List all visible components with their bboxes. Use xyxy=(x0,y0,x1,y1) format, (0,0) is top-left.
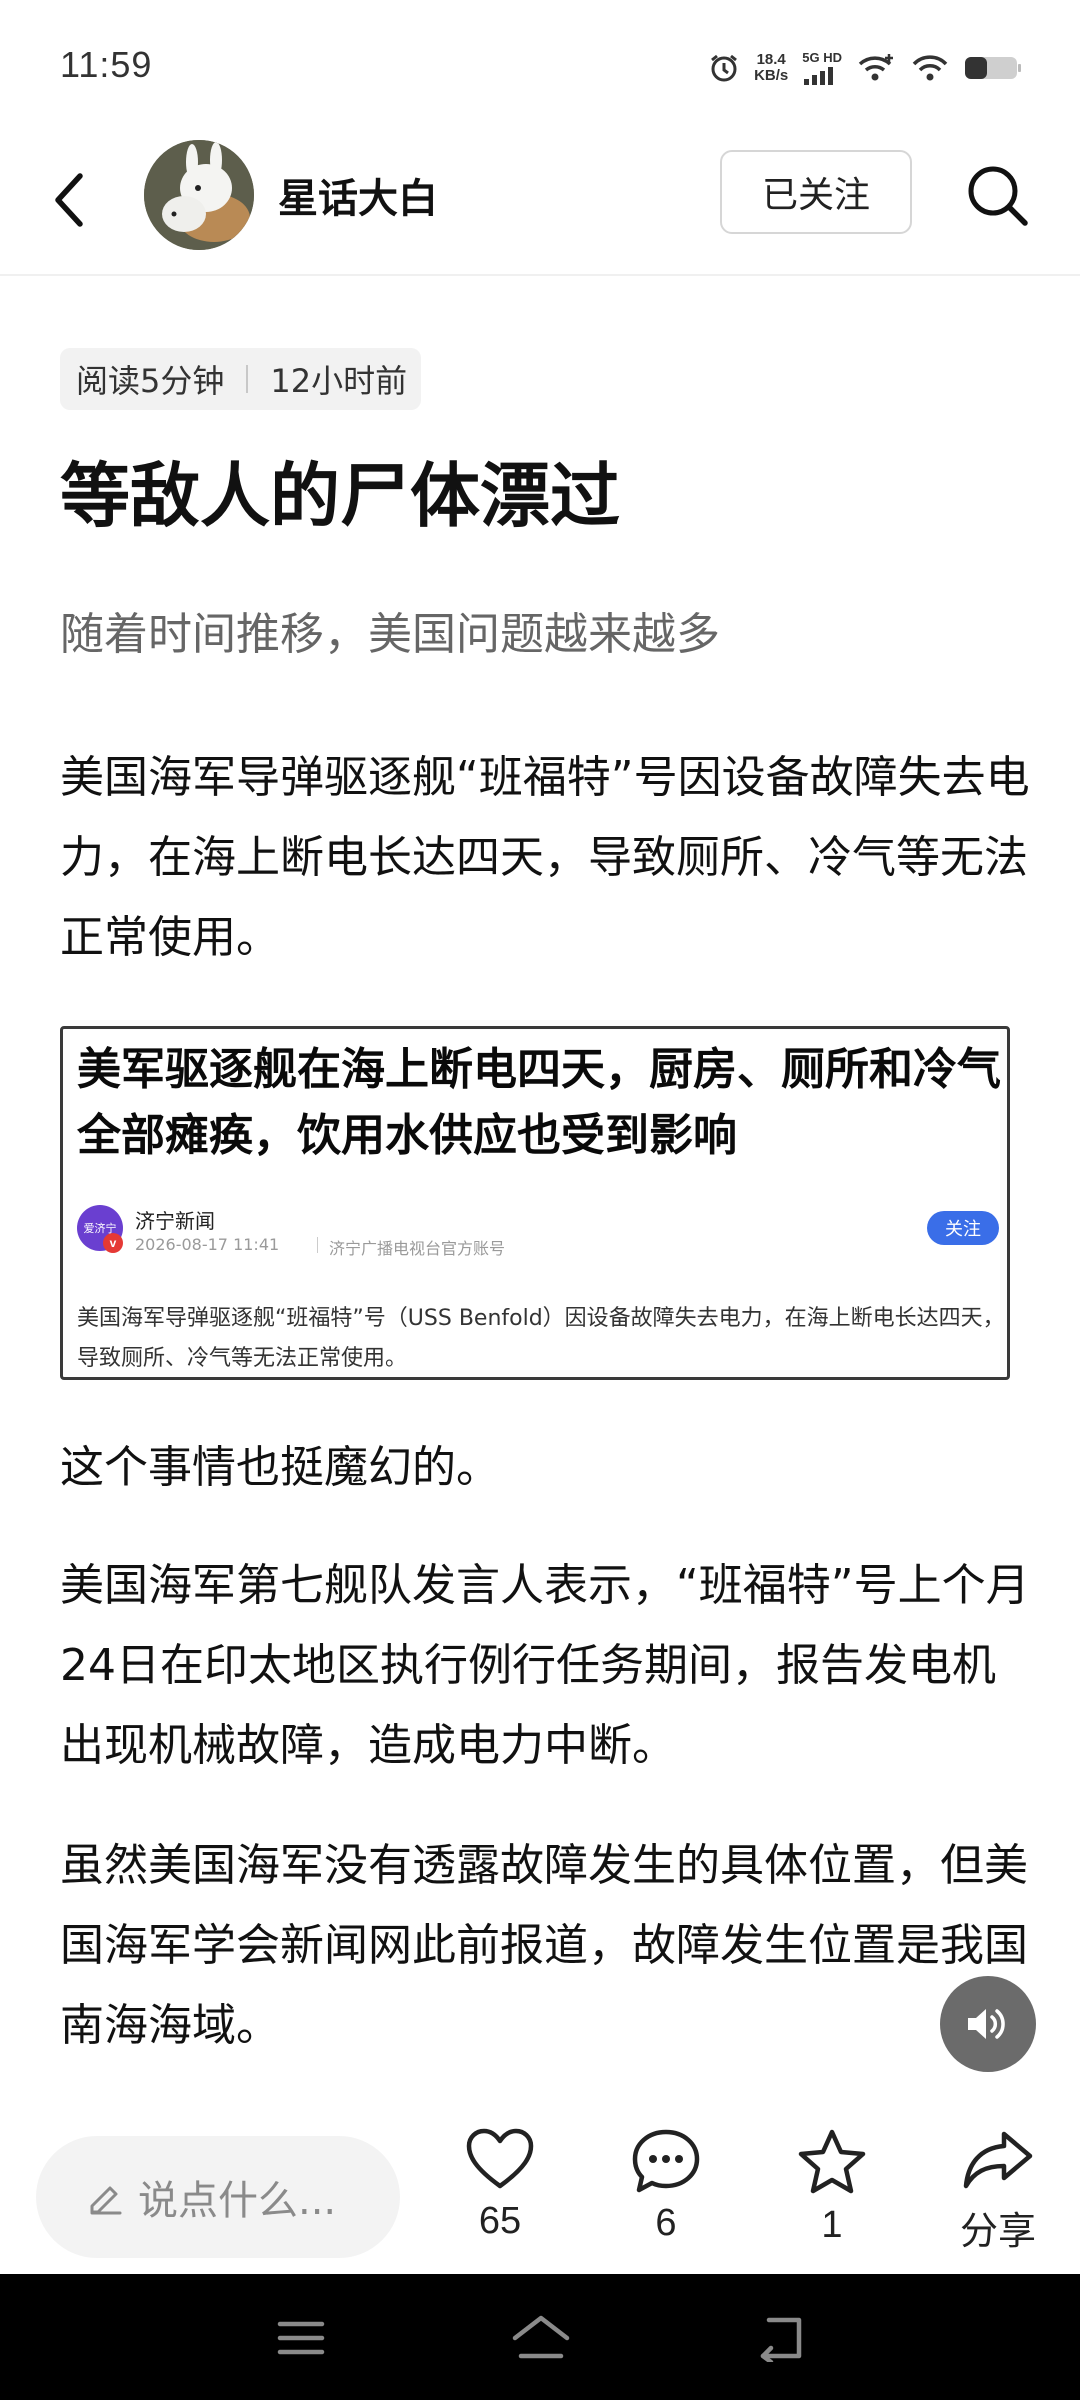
comment-placeholder: 说点什么... xyxy=(138,2178,337,2224)
embed-source-name: 济宁新闻 xyxy=(135,1209,215,1233)
search-icon xyxy=(968,166,1028,226)
embed-headline: 美军驱逐舰在海上断电四天，厨房、厕所和冷气全部瘫痪，饮用水供应也受到影响 xyxy=(77,1044,1001,1161)
system-navigation-bar xyxy=(0,2274,1080,2400)
pencil-icon xyxy=(90,2186,122,2215)
net-speed: 18.4 KB/s xyxy=(754,51,789,84)
author-header: 星话大白 已关注 xyxy=(0,130,1080,276)
meta-divider xyxy=(246,365,249,393)
article-title: 等敌人的尸体漂过 xyxy=(60,455,620,537)
comments-button[interactable]: 6 xyxy=(606,2128,726,2245)
embed-follow-button: 关注 xyxy=(927,1211,999,1245)
action-bar: 说点什么... 65 6 1 分享 xyxy=(0,2100,1080,2274)
menu-icon xyxy=(277,2321,325,2355)
embedded-news-card[interactable]: 美军驱逐舰在海上断电四天，厨房、厕所和冷气全部瘫痪，饮用水供应也受到影响 爱济宁… xyxy=(60,1026,1010,1380)
home-icon xyxy=(512,2315,570,2359)
search-button[interactable] xyxy=(962,156,1032,234)
heart-icon xyxy=(466,2128,534,2189)
like-count: 65 xyxy=(478,2200,522,2242)
back-button[interactable] xyxy=(40,160,100,240)
comment-count: 6 xyxy=(655,2202,677,2244)
share-button[interactable]: 分享 xyxy=(938,2128,1058,2255)
embed-date: 2026-08-17 11:41 xyxy=(135,1235,280,1254)
read-aloud-button[interactable] xyxy=(940,1976,1036,2072)
share-label: 分享 xyxy=(959,2209,1036,2253)
article-paragraph: 这个事情也挺魔幻的。 xyxy=(60,1442,500,1493)
favorite-button[interactable]: 1 xyxy=(772,2128,892,2247)
return-icon xyxy=(760,2317,802,2362)
embed-org: 济宁广播电视台官方账号 xyxy=(329,1239,506,1258)
status-icons: 18.4 KB/s 5G HD xyxy=(708,48,1022,88)
back-nav-button[interactable] xyxy=(746,2310,816,2366)
menu-nav-button[interactable] xyxy=(266,2310,336,2366)
status-time: 11:59 xyxy=(60,44,153,85)
article-paragraph: 美国海军第七舰队发言人表示，“班福特”号上个月24日在印太地区执行例行任务期间，… xyxy=(60,1560,1030,1771)
publish-time: 12小时前 xyxy=(270,362,408,400)
comment-input[interactable]: 说点什么... xyxy=(36,2136,400,2258)
article-meta: 阅读5分钟 12小时前 xyxy=(60,348,422,410)
article-subtitle: 随着时间推移，美国问题越来越多 xyxy=(60,609,720,660)
favorite-count: 1 xyxy=(821,2204,843,2246)
embed-body: 美国海军导弹驱逐舰“班福特”号（USS Benfold）因设备故障失去电力，在海… xyxy=(77,1306,1005,1371)
share-arrow-icon xyxy=(963,2131,1033,2189)
status-bar: 11:59 18.4 KB/s 5G HD xyxy=(0,0,1080,130)
author-name[interactable]: 星话大白 xyxy=(278,166,438,224)
embed-divider xyxy=(317,1237,318,1253)
verified-badge-icon: v xyxy=(103,1233,123,1253)
star-icon xyxy=(798,2129,866,2194)
read-time: 阅读5分钟 xyxy=(76,362,225,400)
wifi-icon xyxy=(910,52,950,84)
signal-icon: 5G HD xyxy=(802,51,842,85)
article-paragraph: 美国海军导弹驱逐舰“班福特”号因设备故障失去电力，在海上断电长达四天，导致厕所、… xyxy=(60,752,1030,963)
avatar[interactable] xyxy=(144,140,254,250)
battery-icon xyxy=(964,54,1022,82)
article-paragraph: 虽然美国海军没有透露故障发生的具体位置，但美国海军学会新闻网此前报道，故障发生位… xyxy=(60,1840,1028,2051)
wifi-calling-icon xyxy=(856,52,896,84)
alarm-icon xyxy=(708,52,740,84)
speaker-icon xyxy=(968,2009,1005,2039)
following-button[interactable]: 已关注 xyxy=(720,150,912,234)
home-nav-button[interactable] xyxy=(506,2310,576,2366)
comment-bubble-icon xyxy=(632,2129,700,2193)
back-icon xyxy=(55,173,83,227)
like-button[interactable]: 65 xyxy=(440,2128,560,2243)
